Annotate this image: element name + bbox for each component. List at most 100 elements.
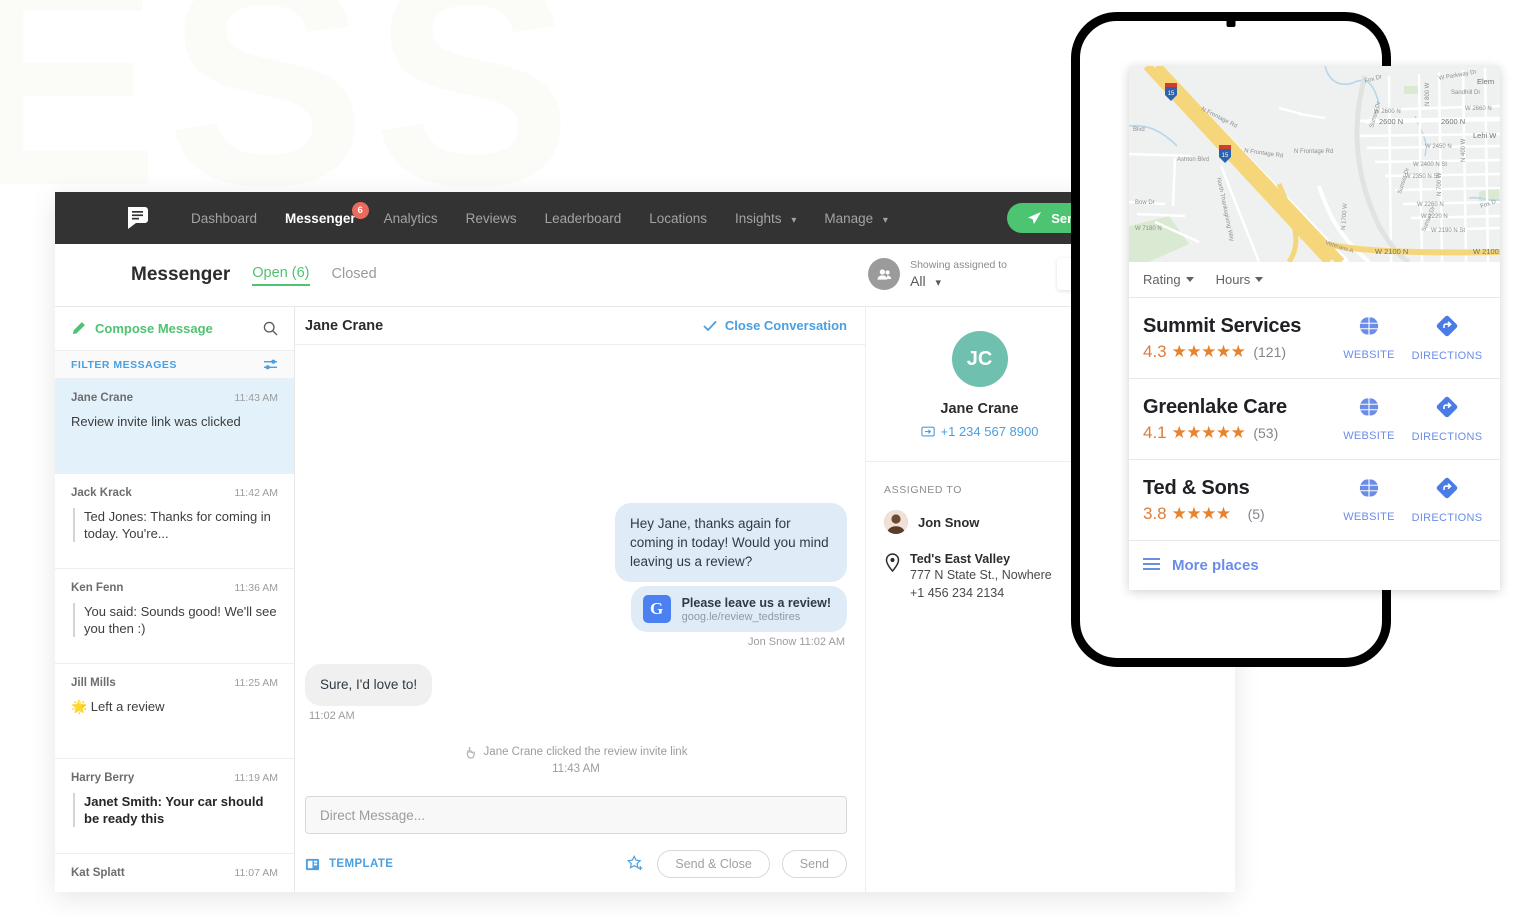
compose-row: Compose Message <box>55 307 294 351</box>
filter-messages-label: FILTER MESSAGES <box>71 359 177 371</box>
conversation-item-time: 11:42 AM <box>234 487 278 499</box>
svg-text:W 2190 N St: W 2190 N St <box>1431 228 1465 234</box>
place-result-row[interactable]: Greenlake Care 4.1 ★★★★★ (53) WEBSITE <box>1129 379 1500 460</box>
search-icon[interactable] <box>263 321 278 336</box>
svg-text:2600 N: 2600 N <box>1441 117 1465 126</box>
page-header: Messenger Open (6) Closed Showing assign… <box>55 244 1235 306</box>
directions-action[interactable]: DIRECTIONS <box>1408 476 1486 524</box>
direct-message-input[interactable] <box>305 796 847 834</box>
link-card-text: Please leave us a review! goog.le/review… <box>682 596 831 623</box>
conversation-item-time: 11:43 AM <box>234 392 278 404</box>
nav-item-locations[interactable]: Locations <box>635 211 721 226</box>
nav-label: Locations <box>649 211 707 226</box>
map-view[interactable]: 15 15 N Frontage Rd N Frontage Rd N Fron… <box>1129 66 1500 262</box>
assigned-filter[interactable]: Showing assigned to All ▾ <box>868 258 1007 290</box>
svg-text:W 2450 N: W 2450 N <box>1425 144 1452 150</box>
avatar: JC <box>952 331 1008 387</box>
message-meta-incoming: 11:02 AM <box>309 710 847 722</box>
filter-rating[interactable]: Rating <box>1143 272 1194 287</box>
message-bubble: Hey Jane, thanks again for coming in tod… <box>615 503 847 582</box>
conversation-item-preview: Ted Jones: Thanks for coming in today. Y… <box>73 508 278 542</box>
place-result-row[interactable]: Summit Services 4.3 ★★★★★ (121) WEBSITE <box>1129 298 1500 379</box>
conversation-item-name: Jack Krack <box>71 487 132 499</box>
nav-item-leaderboard[interactable]: Leaderboard <box>531 211 636 226</box>
chevron-down-icon <box>1186 277 1194 282</box>
directions-action[interactable]: DIRECTIONS <box>1408 395 1486 443</box>
conversation-pane: Jane Crane Close Conversation Hey Jane, … <box>295 306 865 892</box>
map-pin-icon <box>884 553 901 573</box>
assigned-filter-label: Showing assigned to <box>910 259 1007 272</box>
people-icon <box>868 258 900 290</box>
google-g-icon: G <box>643 595 671 623</box>
chevron-down-icon: ▾ <box>791 215 796 226</box>
avatar <box>884 510 908 534</box>
close-conversation-button[interactable]: Close Conversation <box>703 318 847 333</box>
nav-item-dashboard[interactable]: Dashboard <box>177 211 271 226</box>
message-composer: TEMPLATE Send & Close Send <box>295 786 865 892</box>
filter-hours[interactable]: Hours <box>1216 272 1264 287</box>
directions-label: DIRECTIONS <box>1408 512 1486 524</box>
add-star-icon[interactable] <box>627 855 645 873</box>
conversation-item-preview: Janet Smith: Your car should be ready th… <box>73 793 278 827</box>
message-row-incoming: Sure, I'd love to! <box>305 664 847 705</box>
nav-item-reviews[interactable]: Reviews <box>452 211 531 226</box>
nav-item-insights[interactable]: Insights ▾ <box>721 211 810 226</box>
filter-messages-row[interactable]: FILTER MESSAGES <box>55 351 294 379</box>
conversation-list-item[interactable]: Harry Berry 11:19 AM Janet Smith: Your c… <box>55 759 294 854</box>
conversation-item-time: 11:25 AM <box>234 677 278 689</box>
rating-value: 3.8 <box>1143 504 1167 524</box>
phone-notch <box>1227 18 1236 27</box>
template-button[interactable]: TEMPLATE <box>305 857 393 872</box>
svg-text:2600 N: 2600 N <box>1379 117 1403 126</box>
assigned-user[interactable]: Jon Snow <box>884 510 1075 534</box>
svg-text:Lehi W: Lehi W <box>1473 131 1497 140</box>
top-navbar: Dashboard Messenger 6 Analytics Reviews … <box>55 192 1235 244</box>
conversation-item-name: Harry Berry <box>71 772 134 784</box>
globe-icon <box>1358 396 1380 418</box>
chat-bubble-logo[interactable] <box>125 205 151 231</box>
places-filter-bar: Rating Hours <box>1129 262 1500 298</box>
nav-label: Dashboard <box>191 211 257 226</box>
website-label: WEBSITE <box>1330 430 1408 442</box>
tab-closed[interactable]: Closed <box>332 266 377 285</box>
contact-summary: JC Jane Crane +1 234 567 8900 <box>866 307 1093 462</box>
template-label: TEMPLATE <box>329 858 393 870</box>
filter-hours-label: Hours <box>1216 272 1251 287</box>
sliders-icon[interactable] <box>263 358 278 371</box>
assigned-location-text: Ted's East Valley 777 N State St., Nowhe… <box>910 552 1052 602</box>
conversation-list-item[interactable]: Jill Mills 11:25 AM 🌟 Left a review <box>55 664 294 759</box>
place-result-row[interactable]: Ted & Sons 3.8 ★★★★ (5) WEBSITE <box>1129 460 1500 541</box>
conversation-list-item[interactable]: Kat Splatt 11:07 AM <box>55 854 294 892</box>
nav-item-analytics[interactable]: Analytics <box>370 211 452 226</box>
review-link-card[interactable]: G Please leave us a review! goog.le/revi… <box>631 586 847 632</box>
send-and-close-button[interactable]: Send & Close <box>657 850 769 878</box>
tab-open[interactable]: Open (6) <box>252 265 309 286</box>
directions-action[interactable]: DIRECTIONS <box>1408 314 1486 362</box>
conversation-item-top: Jane Crane 11:43 AM <box>71 392 278 404</box>
directions-icon <box>1435 395 1459 419</box>
nav-item-messenger[interactable]: Messenger 6 <box>271 211 370 226</box>
website-action[interactable]: WEBSITE <box>1330 315 1408 361</box>
contact-phone[interactable]: +1 234 567 8900 <box>884 424 1075 439</box>
more-places-button[interactable]: More places <box>1129 541 1500 590</box>
conversation-item-top: Harry Berry 11:19 AM <box>71 772 278 784</box>
directions-icon <box>1435 314 1459 338</box>
svg-text:15: 15 <box>1168 91 1175 97</box>
message-bubble: Sure, I'd love to! <box>305 664 432 705</box>
conversation-item-name: Ken Fenn <box>71 582 123 594</box>
conversation-list-item[interactable]: Ken Fenn 11:36 AM You said: Sounds good!… <box>55 569 294 664</box>
svg-text:Sandhill Dr: Sandhill Dr <box>1451 90 1480 96</box>
send-button[interactable]: Send <box>782 850 847 878</box>
compose-message-button[interactable]: Compose Message <box>71 321 213 336</box>
website-action[interactable]: WEBSITE <box>1330 396 1408 442</box>
conversation-list-item[interactable]: Jack Krack 11:42 AM Ted Jones: Thanks fo… <box>55 474 294 569</box>
nav-item-manage[interactable]: Manage ▾ <box>810 211 902 226</box>
chevron-down-icon: ▾ <box>936 277 942 289</box>
svg-text:W 2660 N: W 2660 N <box>1465 106 1492 112</box>
place-name: Ted & Sons <box>1143 477 1330 500</box>
globe-icon <box>1358 477 1380 499</box>
website-action[interactable]: WEBSITE <box>1330 477 1408 523</box>
nav-links: Dashboard Messenger 6 Analytics Reviews … <box>177 211 902 226</box>
directions-label: DIRECTIONS <box>1408 350 1486 362</box>
conversation-list-item[interactable]: Jane Crane 11:43 AM Review invite link w… <box>55 379 294 474</box>
